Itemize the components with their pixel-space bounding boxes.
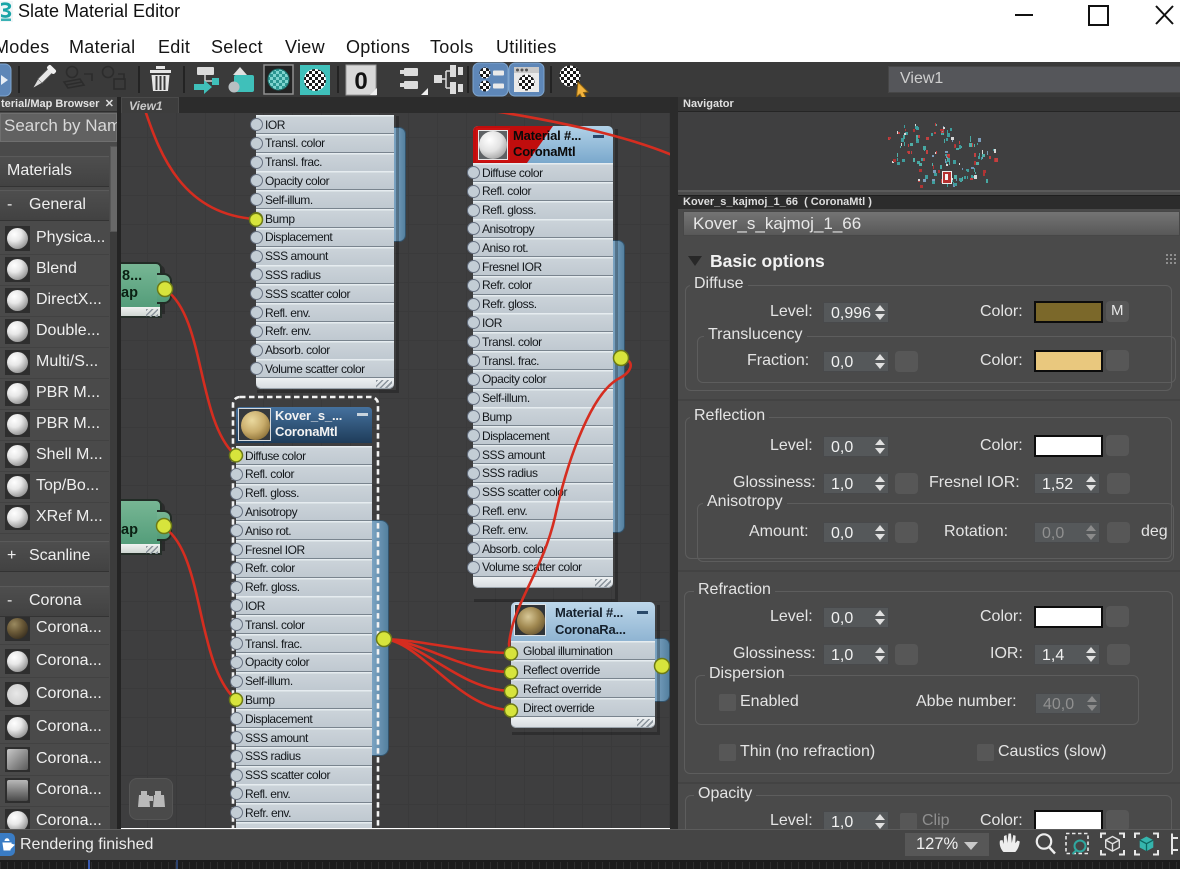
- svg-text:0: 0: [354, 68, 367, 95]
